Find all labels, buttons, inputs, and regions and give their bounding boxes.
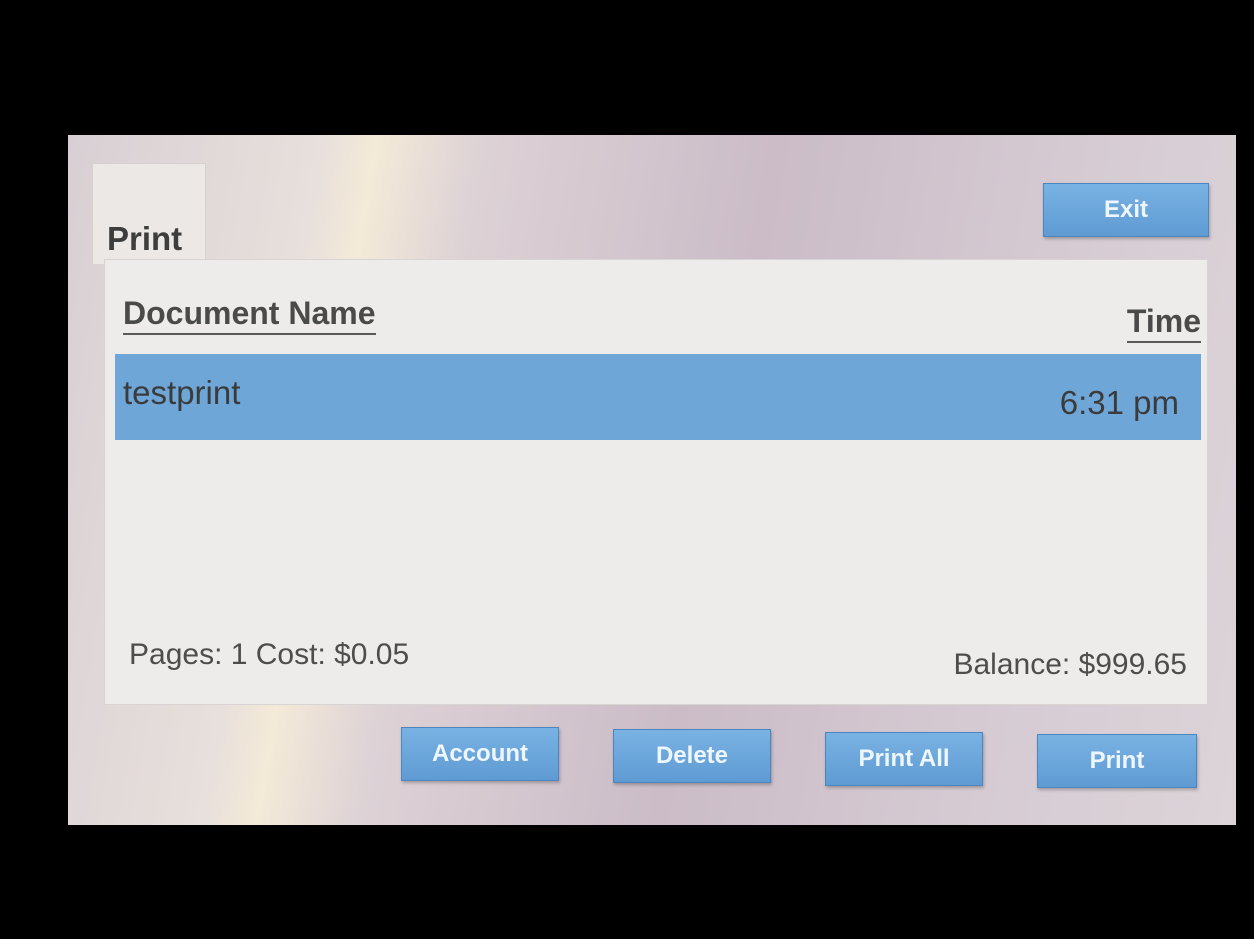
column-header-document-name[interactable]: Document Name xyxy=(123,295,376,336)
tab-print[interactable]: Print xyxy=(92,163,206,264)
pages-cost-text: Pages: 1 Cost: $0.05 xyxy=(129,638,410,671)
kiosk-screen: Print Exit Document Name Time testprint … xyxy=(68,135,1236,825)
exit-button[interactable]: Exit xyxy=(1043,183,1209,237)
balance-text: Balance: $999.65 xyxy=(953,648,1187,681)
account-button[interactable]: Account xyxy=(401,727,559,781)
document-time-cell: 6:31 pm xyxy=(1059,384,1179,421)
column-header-time[interactable]: Time xyxy=(1126,303,1201,344)
document-list-panel: Document Name Time testprint 6:31 pm Pag… xyxy=(104,259,1208,705)
document-name-cell: testprint xyxy=(123,374,241,411)
device-frame: Print Exit Document Name Time testprint … xyxy=(0,0,1254,939)
print-button[interactable]: Print xyxy=(1037,734,1197,788)
delete-button[interactable]: Delete xyxy=(613,729,771,783)
tab-print-label: Print xyxy=(107,220,183,257)
print-all-button[interactable]: Print All xyxy=(825,732,983,786)
table-row[interactable]: testprint 6:31 pm xyxy=(115,354,1201,440)
